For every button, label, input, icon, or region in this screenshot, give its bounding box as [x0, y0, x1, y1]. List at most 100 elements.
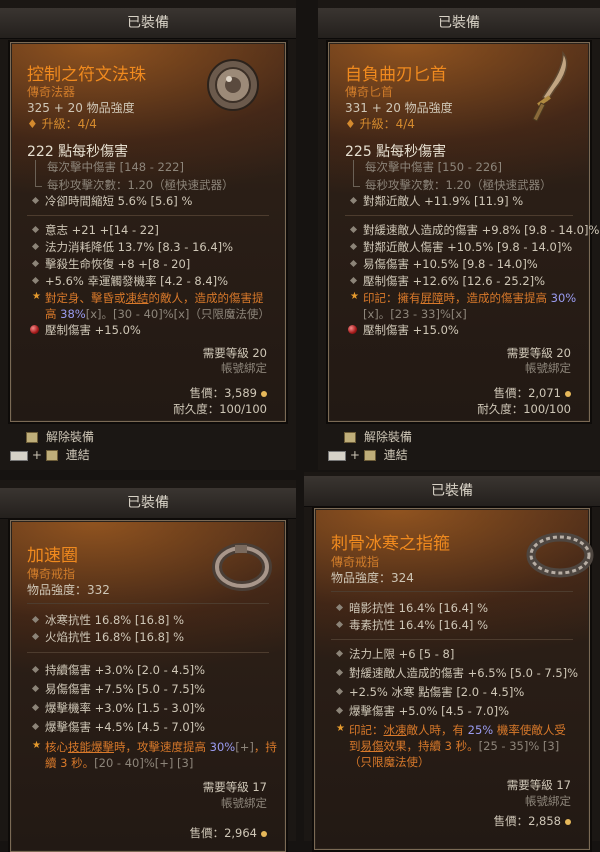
sell-price: 售價：3,589: [190, 385, 267, 401]
equipped-header: 已裝備: [304, 476, 600, 507]
sell-price: 售價：2,964: [190, 825, 267, 841]
bullet-icon: [31, 665, 40, 674]
gem-stat: 壓制傷害 +15.0%: [45, 323, 141, 337]
base-stat: 對鄰近敵人 +11.9% [11.9] %: [363, 194, 524, 208]
bullet-icon: [335, 603, 344, 612]
item-name: 加速圈: [27, 546, 78, 566]
ring-icon: [526, 532, 594, 578]
account-bound: 帳號綁定: [221, 361, 267, 375]
bullet-icon: [31, 632, 40, 641]
bracket-line: [353, 160, 360, 187]
bullet-icon: [335, 649, 344, 658]
legendary-star-icon: ★: [32, 291, 41, 302]
legendary-aspect: 核心技能爆擊時，攻擊速度提高 30%[+]，持: [45, 740, 277, 754]
resistance: 冰寒抗性 16.8% [16.8] %: [45, 613, 185, 627]
gem-icon: [30, 325, 39, 334]
item-power: 物品強度：324: [331, 571, 414, 585]
legendary-star-icon: ★: [336, 723, 345, 734]
legendary-aspect: 對定身、擊昏或凍結的敵人，造成的傷害提: [45, 291, 264, 305]
bullet-icon: [335, 620, 344, 629]
damage-per-hit: 每次擊中傷害 [148 - 222]: [47, 160, 184, 174]
ring-icon: [212, 543, 272, 591]
required-level: 需要等級 17: [506, 778, 571, 792]
legendary-aspect-line2: 高 38%[x]。[30 - 40]%[x]（只限魔法使）: [45, 307, 270, 321]
divider: [27, 652, 269, 653]
item-name: 刺骨冰寒之指箍: [331, 534, 450, 554]
mouse-icon: [344, 432, 356, 443]
item-power: 物品強度：332: [27, 583, 110, 597]
mouse-icon: [363, 450, 376, 461]
base-stat: 冷卻時間縮短 5.6% [5.6] %: [45, 194, 193, 208]
affix: +5.6% 幸運觸發機率 [4.2 - 8.4]%: [45, 274, 229, 288]
item-type: 傳奇法器: [27, 85, 76, 99]
required-level: 需要等級 20: [506, 346, 571, 360]
affix: 持續傷害 +3.0% [2.0 - 4.5]%: [45, 663, 206, 677]
bullet-icon: [335, 706, 344, 715]
account-bound: 帳號綁定: [221, 796, 267, 810]
unequip-action[interactable]: 解除裝備: [26, 428, 94, 445]
item-dps: 225 點每秒傷害: [345, 144, 447, 160]
bullet-icon: [31, 703, 40, 712]
bullet-icon: [349, 225, 358, 234]
bullet-icon: [31, 684, 40, 693]
gold-icon: [565, 818, 571, 825]
affix: 爆擊傷害 +5.0% [4.5 - 7.0]%: [349, 704, 510, 718]
bullet-icon: [31, 615, 40, 624]
bullet-icon: [349, 242, 358, 251]
equipped-header: 已裝備: [318, 8, 600, 39]
equipped-panel-1: 已裝備 控制之符文法珠 傳奇法器 325 + 20 物品強度 ♦ 升級：4/4 …: [0, 0, 296, 470]
bullet-icon: [335, 668, 344, 677]
affix: 爆擊機率 +3.0% [1.5 - 3.0]%: [45, 701, 206, 715]
account-bound: 帳號綁定: [525, 794, 571, 808]
legendary-aspect-line2: 到易傷效果，持續 3 秒。[25 - 35]% [3]: [349, 739, 560, 753]
resistance: 暗影抗性 16.4% [16.4] %: [349, 601, 489, 615]
orb-icon: [207, 59, 259, 111]
upgrade-level: ♦ 升級：4/4: [345, 117, 415, 131]
unequip-action[interactable]: 解除裝備: [344, 428, 412, 445]
mouse-icon: [45, 450, 58, 461]
shift-key-icon: [328, 450, 346, 461]
sell-price: 售價：2,858: [494, 813, 571, 829]
bullet-icon: [349, 196, 358, 205]
affix: 對緩速敵人造成的傷害 +9.8% [9.8 - 14.0]%: [363, 223, 600, 237]
item-power: 331 + 20 物品強度: [345, 101, 453, 115]
affix: 對緩速敵人造成的傷害 +6.5% [5.0 - 7.5]%: [349, 666, 579, 680]
legendary-star-icon: ★: [32, 740, 41, 751]
affix: 對鄰近敵人傷害 +10.5% [9.8 - 14.0]%: [363, 240, 573, 254]
link-action[interactable]: + 連結: [328, 446, 408, 463]
account-bound: 帳號綁定: [525, 361, 571, 375]
equipped-header: 已裝備: [0, 488, 296, 519]
gem-stat: 壓制傷害 +15.0%: [363, 323, 459, 337]
affix: 易傷傷害 +10.5% [9.8 - 14.0]%: [363, 257, 538, 271]
divider: [331, 639, 573, 640]
item-type: 傳奇戒指: [27, 567, 76, 581]
divider: [331, 591, 573, 592]
equipped-panel-4: 已裝備 刺骨冰寒之指箍 傳奇戒指 物品強度：324 暗影抗性 16.4% [16…: [304, 472, 600, 850]
bullet-icon: [31, 276, 40, 285]
required-level: 需要等級 20: [202, 346, 267, 360]
gold-icon: [261, 830, 267, 837]
legendary-star-icon: ★: [350, 291, 359, 302]
gem-icon: [348, 325, 357, 334]
mouse-icon: [26, 432, 38, 443]
shift-key-icon: [10, 450, 28, 461]
gold-icon: [565, 390, 571, 397]
item-name: 控制之符文法珠: [27, 65, 146, 85]
bullet-icon: [31, 259, 40, 268]
divider: [345, 215, 573, 216]
bullet-icon: [335, 687, 344, 696]
durability: 耐久度：100/100: [477, 402, 571, 416]
durability: 耐久度：100/100: [173, 402, 267, 416]
bullet-icon: [349, 259, 358, 268]
affix: 意志 +21 +[14 - 22]: [45, 223, 159, 237]
link-action[interactable]: + 連結: [10, 446, 90, 463]
upgrade-level: ♦ 升級：4/4: [27, 117, 97, 131]
item-tooltip: 控制之符文法珠 傳奇法器 325 + 20 物品強度 ♦ 升級：4/4 222 …: [10, 42, 286, 422]
bullet-icon: [31, 196, 40, 205]
affix: 擊殺生命恢復 +8 +[8 - 20]: [45, 257, 191, 271]
item-power: 325 + 20 物品強度: [27, 101, 135, 115]
item-tooltip: 加速圈 傳奇戒指 物品強度：332 冰寒抗性 16.8% [16.8] % 火焰…: [10, 520, 286, 852]
equipped-header: 已裝備: [0, 8, 296, 39]
item-dps: 222 點每秒傷害: [27, 144, 129, 160]
attack-speed: 每秒攻擊次數：1.20（極快速武器）: [365, 178, 552, 192]
